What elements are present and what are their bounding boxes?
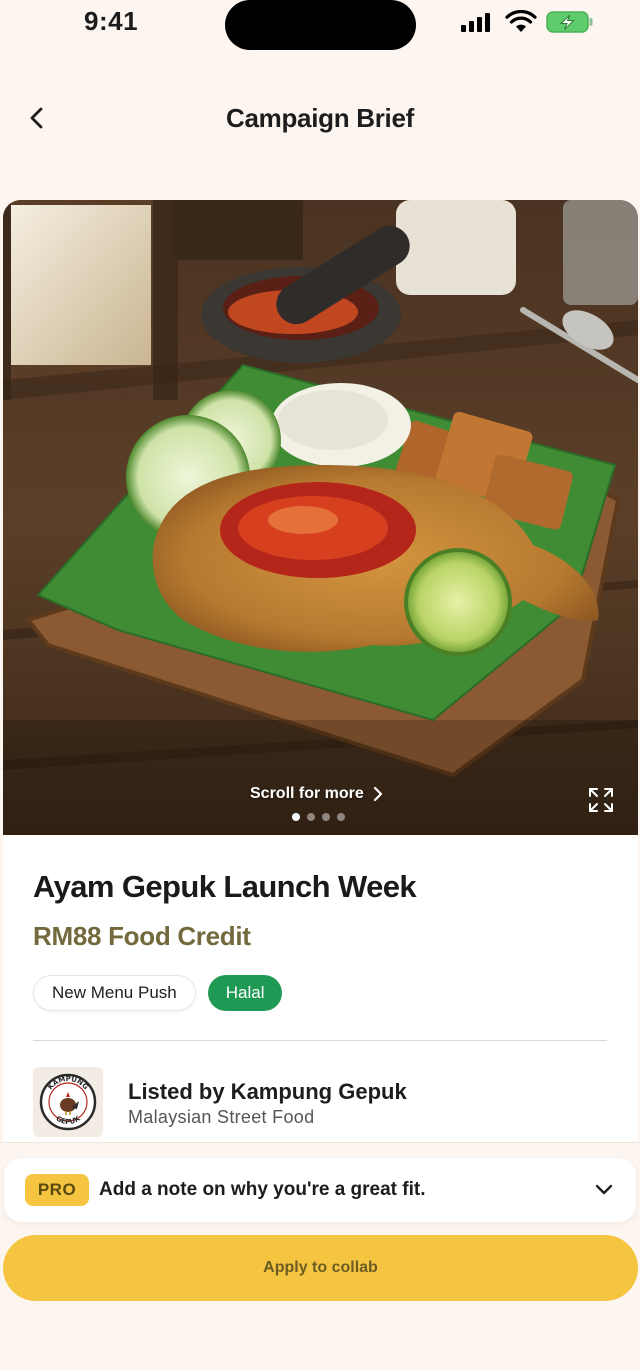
divider: [33, 1040, 607, 1041]
tag-list: New Menu Push Halal: [33, 975, 283, 1011]
campaign-details: Ayam Gepuk Launch Week RM88 Food Credit …: [3, 835, 638, 1142]
merchant-category: Malaysian Street Food: [128, 1107, 315, 1127]
pro-badge: PRO: [25, 1174, 89, 1206]
merchant-logo[interactable]: KAMPUNG GEPUK: [33, 1067, 103, 1137]
carousel-dot[interactable]: [292, 813, 300, 821]
scroll-for-more-label: Scroll for more: [250, 785, 364, 802]
status-time: 9:41: [84, 6, 139, 36]
expand-fullscreen-icon[interactable]: [587, 786, 615, 814]
add-note-expander[interactable]: PRO Add a note on why you're a great fit…: [4, 1158, 636, 1222]
wifi-icon: [505, 10, 537, 32]
cellular-signal-icon: [461, 12, 490, 32]
carousel-dot[interactable]: [322, 813, 330, 821]
nav-header: Campaign Brief: [0, 95, 640, 141]
tag-new-menu-push: New Menu Push: [33, 975, 196, 1011]
page-title: Campaign Brief: [226, 103, 414, 133]
carousel-dot[interactable]: [307, 813, 315, 821]
status-bar: 9:41: [0, 0, 640, 50]
carousel-page-indicator[interactable]: [292, 813, 345, 821]
chevron-down-icon[interactable]: [592, 1178, 616, 1202]
reward-amount: RM88 Food Credit: [33, 921, 251, 951]
battery-charging-icon: [546, 11, 593, 33]
tag-halal: Halal: [207, 975, 283, 1011]
kampung-gepuk-logo: KAMPUNG GEPUK: [39, 1073, 97, 1131]
merchant-name[interactable]: Listed by Kampung Gepuk: [128, 1079, 407, 1105]
food-photo: [3, 200, 638, 835]
campaign-title: Ayam Gepuk Launch Week: [33, 869, 417, 904]
scroll-for-more-link[interactable]: Scroll for more: [250, 785, 384, 803]
hero-image-carousel[interactable]: Scroll for more: [3, 200, 638, 835]
dynamic-island: [225, 0, 416, 50]
add-note-prompt: Add a note on why you're a great fit.: [99, 1179, 426, 1200]
carousel-dot[interactable]: [337, 813, 345, 821]
apply-to-collab-button[interactable]: Apply to collab: [3, 1235, 638, 1301]
chevron-right-icon: [373, 786, 382, 802]
